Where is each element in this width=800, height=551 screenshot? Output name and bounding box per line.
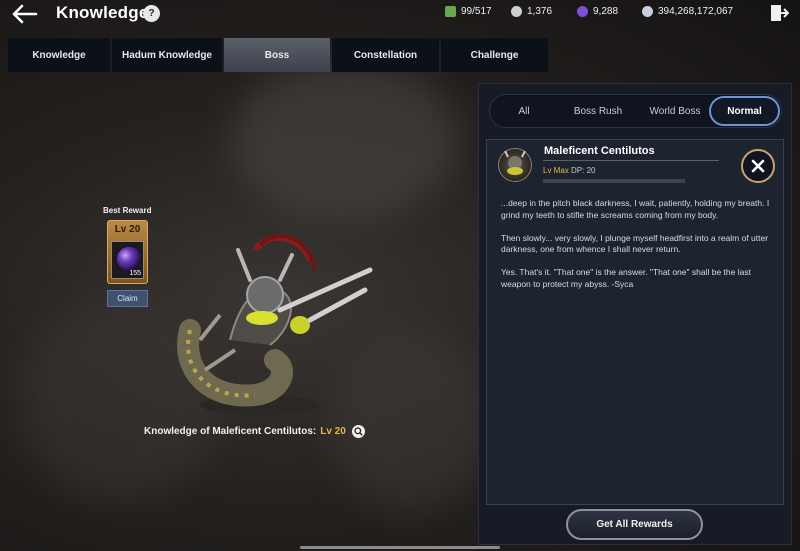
green-scroll-icon <box>445 5 456 17</box>
close-icon <box>751 159 765 173</box>
currency-value: 99/517 <box>461 5 492 17</box>
close-button[interactable] <box>741 149 775 183</box>
exit-button[interactable] <box>769 3 790 23</box>
filter-normal[interactable]: Normal <box>709 96 780 126</box>
best-reward-label: Best Reward <box>103 206 152 215</box>
currency-value: 9,288 <box>593 5 619 17</box>
currency-value: 1,376 <box>527 5 553 17</box>
divider <box>543 160 719 161</box>
silver-coin-icon <box>511 5 522 17</box>
cave-background <box>230 60 460 220</box>
purple-orb-icon <box>117 247 141 271</box>
knowledge-level-value: Lv 20 <box>320 426 346 437</box>
boss-filter-bar: All Boss Rush World Boss Normal <box>489 94 782 128</box>
boss-level: Lv Max <box>543 166 569 175</box>
arrow-left-icon <box>12 4 38 24</box>
boss-knowledge-level: Knowledge of Maleficent Centilutos: Lv 2… <box>144 425 365 438</box>
boss-stats: Lv Max DP: 20 <box>543 166 596 175</box>
currency-value: 394,268,172,067 <box>658 5 734 17</box>
back-button[interactable] <box>10 2 40 26</box>
boss-card: Maleficent Centilutos Lv Max DP: 20 ...d… <box>486 139 784 505</box>
currency-scrolls: 99/517 <box>445 4 492 18</box>
boss-detail-panel: All Boss Rush World Boss Normal Malefice… <box>478 83 792 545</box>
knowledge-label: Knowledge of Maleficent Centilutos: <box>144 426 317 437</box>
purple-shard-icon <box>577 5 588 17</box>
boss-illustration <box>177 233 373 415</box>
best-reward-card[interactable]: Lv 20 155 <box>107 220 148 284</box>
tab-hadum-knowledge[interactable]: Hadum Knowledge <box>112 38 222 72</box>
tab-boss[interactable]: Boss <box>224 38 330 72</box>
boss-portrait-icon <box>498 148 532 182</box>
knowledge-progress-bar <box>543 179 685 183</box>
boss-description: ...deep in the pitch black darkness, I w… <box>501 198 776 302</box>
magnifier-icon[interactable] <box>351 425 365 438</box>
description-paragraph: ...deep in the pitch black darkness, I w… <box>501 198 770 220</box>
exit-door-icon <box>771 5 790 21</box>
silver-icon <box>642 5 653 17</box>
tab-bar: Knowledge Hadum Knowledge Boss Constella… <box>8 38 550 72</box>
reward-level: Lv 20 <box>114 224 141 235</box>
help-icon[interactable]: ? <box>143 5 160 22</box>
tab-constellation[interactable]: Constellation <box>332 38 439 72</box>
currency-shards: 9,288 <box>577 4 618 18</box>
description-paragraph: Yes. That's it. "That one" is the answer… <box>501 267 751 289</box>
top-bar: Knowledge ? 99/517 1,376 9,288 394,268,1… <box>0 0 800 30</box>
claim-button[interactable]: Claim <box>107 290 148 307</box>
reward-count: 155 <box>129 270 141 277</box>
boss-dp: DP: 20 <box>571 166 596 175</box>
tab-knowledge[interactable]: Knowledge <box>8 38 110 72</box>
filter-boss-rush[interactable]: Boss Rush <box>561 96 635 126</box>
filter-all[interactable]: All <box>491 96 557 126</box>
reward-item-slot: 155 <box>111 241 144 279</box>
page-title: Knowledge <box>56 3 149 22</box>
home-indicator <box>300 546 500 549</box>
currency-silver: 394,268,172,067 <box>642 4 733 18</box>
tab-challenge[interactable]: Challenge <box>441 38 548 72</box>
currency-coins: 1,376 <box>511 4 552 18</box>
get-all-rewards-button[interactable]: Get All Rewards <box>566 509 703 540</box>
description-paragraph: Then slowly... very slowly, I plunge mys… <box>501 232 769 255</box>
boss-name: Maleficent Centilutos <box>544 145 655 157</box>
filter-world-boss[interactable]: World Boss <box>639 96 711 126</box>
